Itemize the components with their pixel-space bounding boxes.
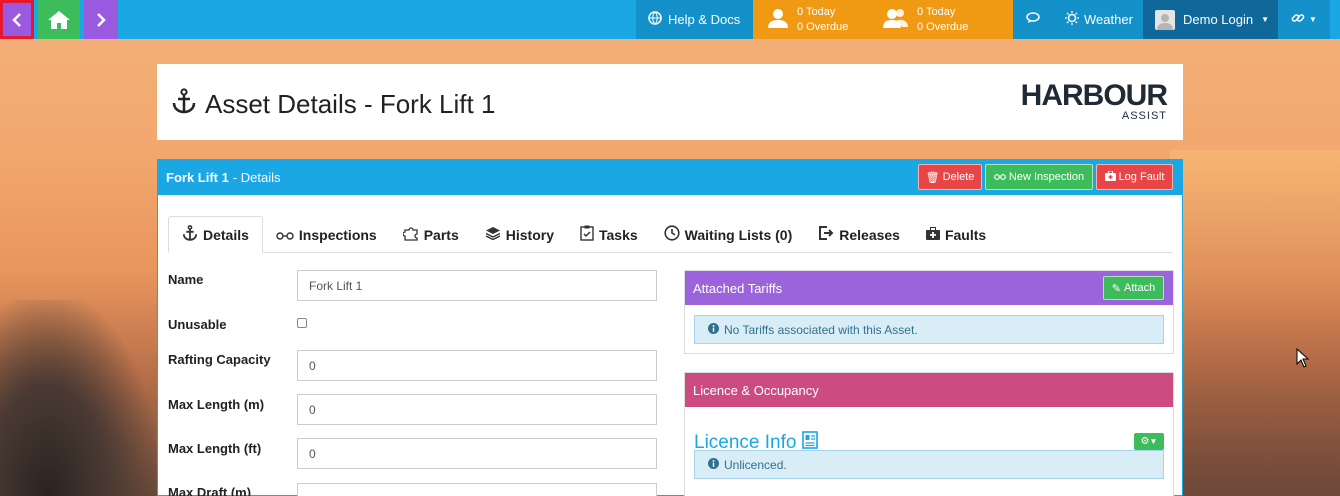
name-label: Name [168, 272, 204, 287]
user-name: Demo Login [1183, 12, 1254, 27]
tab-parts[interactable]: Parts [390, 216, 472, 253]
links-menu-button[interactable]: ▼ [1278, 0, 1330, 39]
user-icon [767, 7, 789, 32]
attach-button[interactable]: ✎ Attach [1103, 276, 1164, 300]
tab-faults[interactable]: Faults [913, 216, 999, 253]
background-sky [1170, 150, 1340, 496]
medkit-icon [925, 226, 940, 243]
log-fault-button[interactable]: Log Fault [1096, 164, 1173, 190]
harbour-assist-logo: HARBOUR ASSIST [1020, 79, 1168, 123]
overdue-count: 0 Overdue [917, 20, 969, 33]
licence-header: Licence & Occupancy [685, 373, 1173, 407]
card-subtitle: - Details [232, 170, 281, 185]
info-icon [708, 322, 719, 337]
home-icon [48, 10, 70, 29]
globe-icon [648, 11, 662, 28]
chat-button[interactable] [1013, 0, 1053, 39]
today-count: 0 Today [797, 5, 836, 18]
tab-waiting-lists[interactable]: Waiting Lists (0) [651, 216, 806, 253]
puzzle-icon [402, 225, 419, 244]
gear-icon: ⚙ [1140, 436, 1150, 447]
tab-inspections[interactable]: Inspections [263, 216, 390, 253]
chevron-right-icon [97, 12, 106, 27]
sun-icon [1065, 11, 1079, 28]
weather-button[interactable]: Weather [1053, 0, 1143, 39]
page-title-text: Asset Details - Fork Lift 1 [205, 89, 496, 119]
card-header: Fork Lift 1 - Details 🗑 Delete New Inspe… [158, 160, 1182, 195]
today-count: 0 Today [917, 5, 956, 18]
asset-details-card: Fork Lift 1 - Details 🗑 Delete New Inspe… [157, 159, 1183, 496]
paperclip-icon: ✎ [1111, 282, 1122, 295]
glasses-icon [993, 171, 1006, 183]
asset-name: Fork Lift 1 [166, 170, 229, 185]
mouse-cursor-icon [1296, 347, 1310, 371]
users-icon [883, 7, 909, 32]
no-tariffs-alert: No Tariffs associated with this Asset. [694, 315, 1164, 344]
link-icon [1291, 11, 1305, 28]
avatar [1155, 9, 1175, 30]
top-navbar: Help & Docs 0 Today 0 Overdue 0 Today 0 … [0, 0, 1340, 39]
anchor-icon [182, 225, 198, 244]
glasses-icon [276, 227, 294, 243]
tab-history[interactable]: History [472, 216, 567, 253]
tab-releases[interactable]: Releases [805, 216, 913, 253]
anchor-icon [171, 88, 197, 121]
clipboard-check-icon [580, 225, 594, 244]
tab-details[interactable]: Details [168, 216, 263, 253]
tab-tasks[interactable]: Tasks [567, 216, 651, 253]
delete-button[interactable]: 🗑 Delete [918, 164, 982, 190]
new-inspection-button[interactable]: New Inspection [985, 164, 1093, 190]
team-tasks-button[interactable]: 0 Today 0 Overdue [873, 0, 1013, 39]
unusable-checkbox[interactable] [297, 318, 307, 328]
help-docs-label: Help & Docs [668, 12, 741, 27]
sign-out-icon [818, 225, 834, 244]
medkit-icon [1104, 170, 1116, 184]
rafting-capacity-label: Rafting Capacity [168, 352, 271, 367]
my-tasks-button[interactable]: 0 Today 0 Overdue [753, 0, 873, 39]
name-field[interactable]: Fork Lift 1 [297, 270, 657, 301]
page-header: Asset Details - Fork Lift 1 HARBOUR ASSI… [157, 64, 1183, 140]
background-rocks [0, 300, 157, 496]
licence-occupancy-panel: Licence & Occupancy Licence Info ⚙ ▼ Unli… [684, 372, 1174, 496]
info-icon [708, 457, 719, 472]
asset-tabs: Details Inspections Parts History Tasks … [168, 216, 1173, 253]
back-button[interactable] [0, 0, 34, 39]
caret-down-icon: ▼ [1261, 15, 1270, 24]
max-length-ft-field[interactable]: 0 [297, 438, 657, 469]
trash-icon: 🗑 [925, 171, 940, 184]
max-length-ft-label: Max Length (ft) [168, 441, 262, 456]
help-docs-button[interactable]: Help & Docs [636, 0, 753, 39]
attached-tariffs-panel: Attached Tariffs ✎ Attach No Tariffs ass… [684, 270, 1174, 354]
max-length-m-field[interactable]: 0 [297, 394, 657, 425]
forward-button[interactable] [84, 0, 118, 39]
licence-settings-button[interactable]: ⚙ ▼ [1134, 433, 1164, 450]
chevron-left-icon [12, 12, 21, 27]
max-draft-field[interactable] [297, 483, 657, 496]
max-draft-label: Max Draft (m) [168, 485, 252, 496]
weather-label: Weather [1084, 12, 1133, 27]
caret-down-icon: ▼ [1309, 15, 1317, 24]
overdue-count: 0 Overdue [797, 20, 849, 33]
unlicenced-alert: Unlicenced. [694, 450, 1164, 479]
unusable-label: Unusable [168, 317, 227, 332]
caret-down-icon: ▼ [1149, 437, 1158, 446]
clock-icon [664, 225, 680, 244]
rafting-capacity-field[interactable]: 0 [297, 350, 657, 381]
tariffs-header: Attached Tariffs ✎ Attach [685, 271, 1173, 305]
page-title: Asset Details - Fork Lift 1 [171, 88, 495, 121]
max-length-m-label: Max Length (m) [168, 397, 265, 412]
chat-icon [1026, 12, 1040, 27]
tariffs-title: Attached Tariffs [693, 280, 783, 296]
layers-icon [485, 226, 501, 243]
user-menu-button[interactable]: Demo Login ▼ [1143, 0, 1278, 39]
home-button[interactable] [38, 0, 80, 39]
